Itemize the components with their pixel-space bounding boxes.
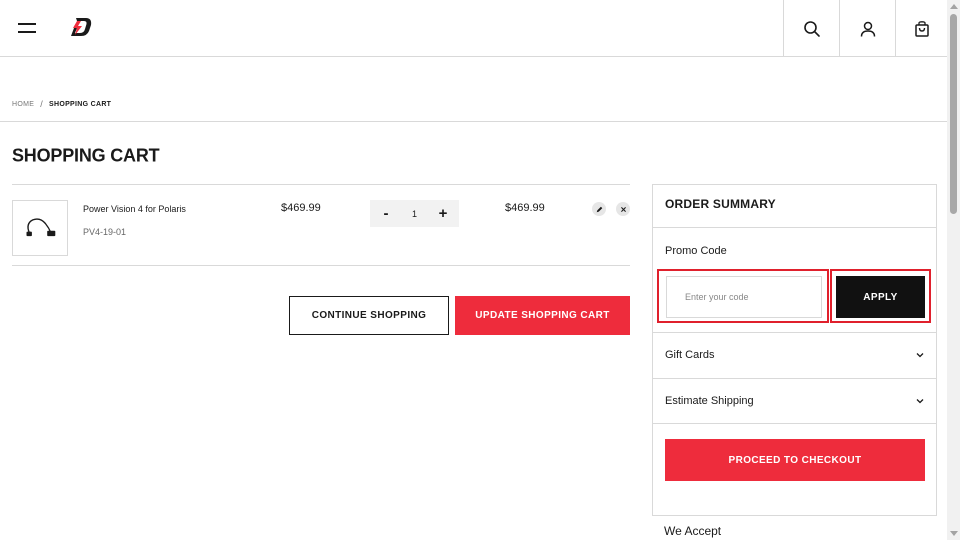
page-title: SHOPPING CART xyxy=(12,144,160,166)
proceed-to-checkout-button[interactable]: PROCEED TO CHECKOUT xyxy=(665,439,925,481)
search-icon xyxy=(803,20,820,37)
divider xyxy=(653,227,936,228)
divider xyxy=(0,121,947,122)
gift-cards-accordion[interactable]: Gift Cards xyxy=(653,332,936,377)
promo-code-label: Promo Code xyxy=(665,245,727,257)
product-subtotal: $469.99 xyxy=(505,202,545,214)
site-header xyxy=(0,0,947,57)
remove-item-button[interactable] xyxy=(616,202,630,216)
scroll-up-arrow-icon[interactable] xyxy=(950,4,958,9)
order-summary-title: ORDER SUMMARY xyxy=(665,197,776,211)
cart-button[interactable] xyxy=(895,0,947,57)
scroll-down-arrow-icon[interactable] xyxy=(950,531,958,536)
gift-cards-label: Gift Cards xyxy=(665,348,715,361)
breadcrumb-home-link[interactable]: HOME xyxy=(12,101,34,108)
divider xyxy=(653,423,936,424)
page-scrollbar[interactable] xyxy=(947,0,960,540)
user-icon xyxy=(860,21,875,37)
continue-shopping-button[interactable]: CONTINUE SHOPPING xyxy=(289,296,449,335)
breadcrumb-current: SHOPPING CART xyxy=(49,100,112,108)
close-icon xyxy=(620,206,626,212)
cable-product-icon xyxy=(26,218,56,237)
we-accept-label: We Accept xyxy=(664,524,722,538)
scroll-thumb[interactable] xyxy=(950,14,957,214)
estimate-shipping-accordion[interactable]: Estimate Shipping xyxy=(653,378,936,423)
estimate-shipping-label: Estimate Shipping xyxy=(665,394,754,407)
divider xyxy=(12,184,630,185)
product-price: $469.99 xyxy=(281,202,321,214)
promo-code-input[interactable] xyxy=(666,276,822,318)
product-sku: PV4-19-01 xyxy=(83,227,127,237)
qty-decrease-button[interactable]: - xyxy=(380,205,392,222)
shopping-bag-icon xyxy=(914,20,929,37)
quantity-stepper: - 1 + xyxy=(370,200,459,227)
qty-input[interactable]: 1 xyxy=(405,209,425,219)
order-summary-panel: ORDER SUMMARY Promo Code APPLY Gift Card… xyxy=(652,184,937,516)
update-cart-button[interactable]: UPDATE SHOPPING CART xyxy=(455,296,630,335)
chevron-down-icon xyxy=(916,352,924,357)
pencil-icon xyxy=(596,206,602,212)
hamburger-icon[interactable] xyxy=(18,22,36,34)
promo-input-highlight xyxy=(657,269,829,323)
apply-button-highlight: APPLY xyxy=(830,269,931,323)
apply-promo-button[interactable]: APPLY xyxy=(836,276,925,318)
divider xyxy=(12,265,630,266)
product-thumbnail[interactable] xyxy=(12,200,68,256)
edit-item-button[interactable] xyxy=(592,202,606,216)
search-button[interactable] xyxy=(783,0,839,57)
breadcrumb: HOME / SHOPPING CART xyxy=(12,99,111,109)
chevron-down-icon xyxy=(916,398,924,403)
account-button[interactable] xyxy=(839,0,895,57)
qty-increase-button[interactable]: + xyxy=(437,205,449,222)
breadcrumb-separator: / xyxy=(40,99,44,109)
brand-logo-icon[interactable] xyxy=(68,14,94,40)
product-name-link[interactable]: Power Vision 4 for Polaris xyxy=(83,204,186,214)
